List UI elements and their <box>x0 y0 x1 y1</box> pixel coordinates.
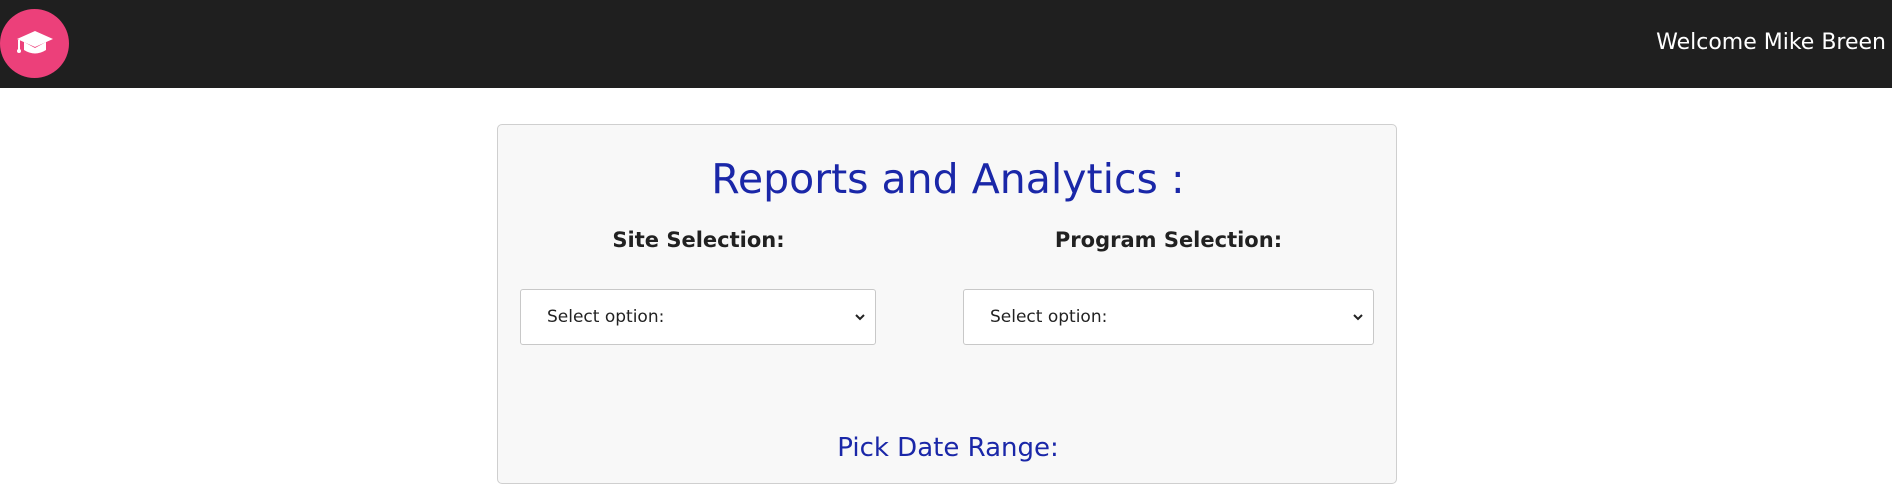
welcome-message: Welcome Mike Breen <box>1656 30 1886 55</box>
reports-panel: Reports and Analytics : Site Selection: … <box>497 124 1397 484</box>
site-select-value: Select option: <box>547 307 665 327</box>
graduation-cap-icon <box>16 30 53 53</box>
program-select-value: Select option: <box>990 307 1108 327</box>
chevron-down-icon <box>1353 314 1363 321</box>
site-select[interactable]: Select option: <box>520 289 876 345</box>
program-select[interactable]: Select option: <box>963 289 1374 345</box>
app-logo[interactable] <box>0 9 69 78</box>
page-title: Reports and Analytics : <box>711 155 1185 203</box>
program-selection-label: Program Selection: <box>1054 228 1283 252</box>
chevron-down-icon <box>855 314 865 321</box>
site-selection-label: Site Selection: <box>612 228 785 252</box>
top-navigation-bar: Welcome Mike Breen <box>0 0 1892 88</box>
